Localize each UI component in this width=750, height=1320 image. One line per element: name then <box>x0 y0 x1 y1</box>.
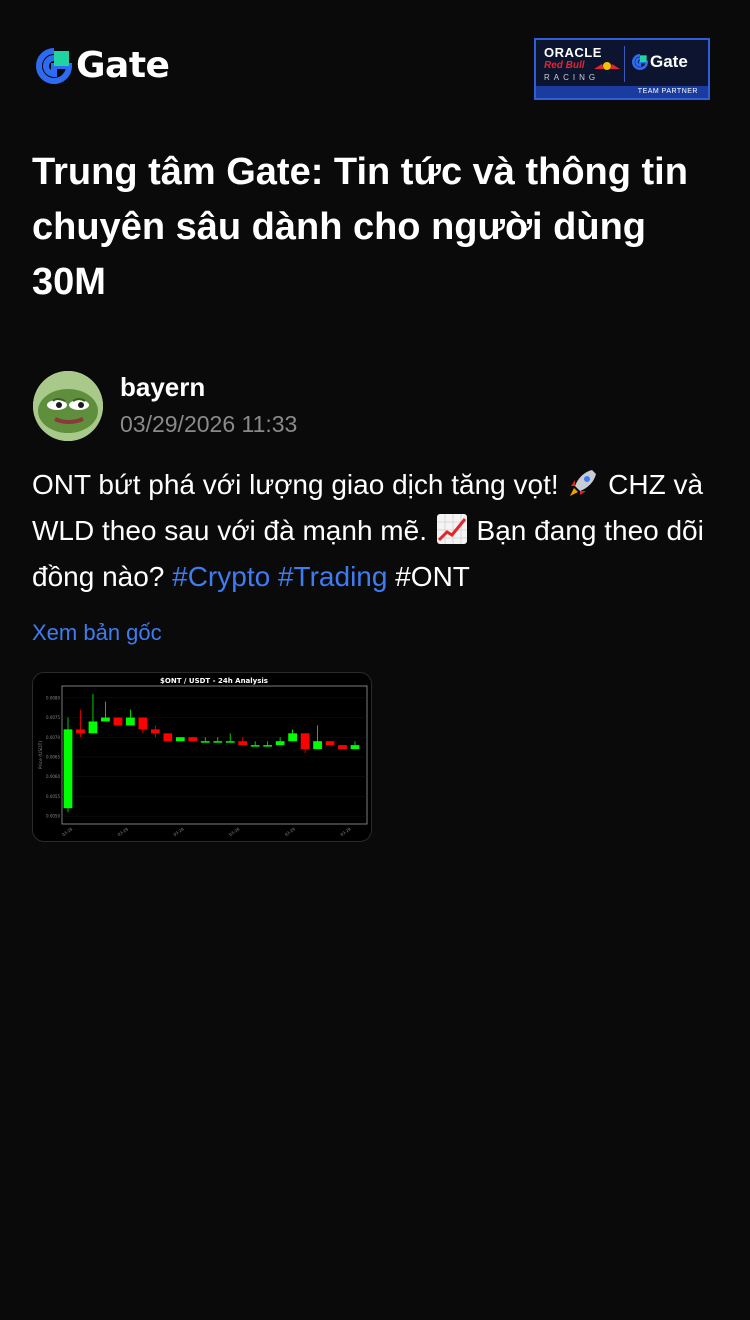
candle-body <box>350 745 360 750</box>
partner-badge: ORACLE Red Bull RACING Gate TEAM PARTNER <box>534 38 710 100</box>
x-tick-label: 03-28 <box>117 826 130 837</box>
x-tick-label: 03-28 <box>172 826 185 837</box>
candle-body <box>101 717 110 722</box>
partner-gate-text: Gate <box>650 52 688 71</box>
post-text-1: ONT bứt phá với lượng giao dịch tăng vọt… <box>32 469 567 500</box>
candle-body <box>163 733 173 742</box>
candle-body <box>225 741 235 743</box>
y-tick-label: 0.0060 <box>46 774 60 779</box>
tag-ont: #ONT <box>395 561 470 592</box>
candle-body <box>200 741 210 743</box>
candle-body <box>113 717 123 726</box>
partner-oracle-text: ORACLE <box>544 45 602 60</box>
candle-body <box>188 737 198 742</box>
avatar[interactable] <box>33 371 103 441</box>
hashtag-trading[interactable]: #Trading <box>278 561 387 592</box>
y-tick-label: 0.0055 <box>46 794 60 799</box>
redbull-bull-icon <box>594 62 620 70</box>
chart-image[interactable]: $ONT / USDT - 24h Analysis Price (USDT) … <box>32 672 372 842</box>
hashtag-crypto[interactable]: #Crypto <box>172 561 270 592</box>
page-title: Trung tâm Gate: Tin tức và thông tin chu… <box>32 151 688 303</box>
candle-body <box>138 717 148 730</box>
gate-logo-icon <box>36 48 72 84</box>
x-tick-label: 03-28 <box>228 826 241 837</box>
candle-body <box>338 745 347 750</box>
chart-title: $ONT / USDT - 24h Analysis <box>160 677 268 685</box>
partner-racing-text: RACING <box>544 73 600 82</box>
partner-redbull-text: Red Bull <box>544 60 585 71</box>
y-tick-label: 0.0075 <box>46 715 60 720</box>
candle-body <box>250 745 260 747</box>
candle-body <box>88 721 98 734</box>
candle-body <box>300 733 310 750</box>
rocket-icon <box>570 470 597 496</box>
candlestick-chart: $ONT / USDT - 24h Analysis Price (USDT) … <box>38 677 368 837</box>
candle-body <box>288 733 297 742</box>
x-tick-label: 03-29 <box>339 826 352 837</box>
badge-divider <box>624 46 625 82</box>
candle-body <box>213 741 223 743</box>
y-tick-label: 0.0070 <box>46 735 60 740</box>
candle-body <box>63 729 73 809</box>
partner-gate-logo: Gate <box>632 52 688 72</box>
y-tick-label: 0.0050 <box>46 814 60 819</box>
candle-body <box>275 741 285 746</box>
header: Gate ORACLE Red Bull RACING Gate TEAM PA… <box>0 0 750 140</box>
view-original-link[interactable]: Xem bản gốc <box>32 620 162 646</box>
x-tick-label: 03-29 <box>284 826 297 837</box>
chart-increasing-icon <box>436 514 467 544</box>
chart-ylabel: Price (USDT) <box>38 741 44 770</box>
page: Gate ORACLE Red Bull RACING Gate TEAM PA… <box>0 0 750 1320</box>
gate-mini-icon <box>632 54 648 70</box>
author-name[interactable]: bayern <box>120 372 205 403</box>
pepe-avatar-icon <box>33 371 103 441</box>
gate-logo[interactable]: Gate <box>36 45 170 86</box>
post-timestamp: 03/29/2026 11:33 <box>120 411 298 437</box>
team-partner-text: TEAM PARTNER <box>637 88 698 95</box>
chart-plot-area <box>61 685 368 825</box>
y-tick-label: 0.0080 <box>46 695 60 700</box>
candle-body <box>238 741 248 746</box>
candle-body <box>150 729 160 734</box>
candle-body <box>76 729 85 734</box>
badge-footer: TEAM PARTNER <box>536 86 708 98</box>
candle-body <box>263 745 273 747</box>
candle-body <box>313 741 322 750</box>
candle-body <box>175 737 185 742</box>
logo-text: Gate <box>76 45 170 86</box>
post-body: ONT bứt phá với lượng giao dịch tăng vọt… <box>32 462 722 600</box>
candle-body <box>126 717 135 726</box>
candle-body <box>325 741 335 746</box>
x-tick-label: 03-28 <box>61 826 74 837</box>
y-tick-label: 0.0065 <box>46 754 60 759</box>
